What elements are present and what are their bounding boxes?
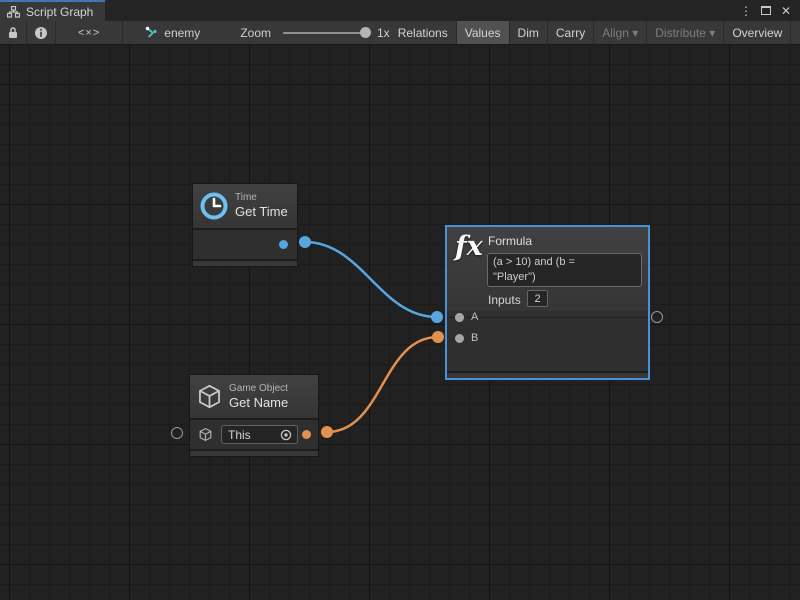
node-get-time-labels: Time Get Time [235, 192, 288, 220]
node-title: Formula [488, 234, 532, 248]
formula-fx-icon: fx [455, 231, 483, 262]
object-picker-icon[interactable] [279, 428, 293, 442]
node-get-time-header: Time Get Time [193, 184, 297, 228]
node-footer [193, 259, 297, 266]
node-formula[interactable]: fx Formula (a > 10) and (b = "Player") I… [447, 227, 648, 378]
zoom-slider[interactable] [283, 32, 369, 34]
zoom-value: 1x [377, 26, 390, 40]
wire-endpoint [431, 311, 443, 323]
inputs-count-field[interactable]: 2 [527, 290, 548, 307]
node-get-name-labels: Game Object Get Name [229, 383, 288, 411]
node-footer [447, 371, 648, 378]
zoom-slider-handle[interactable] [360, 27, 371, 38]
title-bar: Script Graph ⋮ ✕ [0, 0, 800, 21]
dim-button[interactable]: Dim [510, 21, 548, 44]
distribute-button[interactable]: Distribute ▾ [647, 21, 724, 44]
port-row-b: B [447, 332, 648, 353]
gettime-output-port[interactable] [279, 240, 288, 249]
carry-button[interactable]: Carry [548, 21, 594, 44]
info-button[interactable] [27, 21, 56, 44]
formula-input-port-b[interactable] [455, 334, 464, 343]
wire-getname-to-formula-b[interactable] [327, 337, 438, 432]
node-title: Get Name [229, 395, 288, 411]
port-label-a: A [471, 311, 478, 323]
more-menu-icon[interactable]: ⋮ [738, 3, 754, 19]
script-graph-window: Script Graph ⋮ ✕ <×> [0, 0, 800, 600]
target-object-value: This [222, 428, 279, 442]
graph-name: enemy [164, 26, 200, 40]
node-category: Time [235, 192, 288, 204]
tab-title: Script Graph [26, 5, 93, 19]
info-icon [34, 26, 48, 40]
target-object-field[interactable]: This [221, 425, 298, 444]
node-formula-body: A B [447, 311, 648, 367]
port-row-a: A [447, 311, 648, 332]
inputs-label: Inputs [488, 293, 521, 307]
wire-endpoint [299, 236, 311, 248]
chevron-down-icon: ▾ [709, 26, 715, 40]
target-cube-icon [198, 427, 213, 442]
node-category: Game Object [229, 383, 288, 395]
formula-output-unconnected-indicator[interactable] [651, 311, 663, 323]
chevron-down-icon: ▾ [632, 26, 638, 40]
lock-button[interactable] [0, 21, 27, 44]
code-icon: <×> [64, 27, 114, 39]
node-get-time[interactable]: Time Get Time [193, 184, 297, 266]
node-get-name[interactable]: Game Object Get Name This [190, 375, 318, 456]
clock-icon [199, 191, 229, 221]
graph-canvas[interactable]: Time Get Time fx Formula (a > 10) and (b… [0, 45, 800, 600]
relations-button[interactable]: Relations [390, 21, 457, 44]
code-view-button[interactable]: <×> [56, 21, 123, 44]
node-title: Get Time [235, 204, 288, 220]
node-footer [190, 449, 318, 456]
getname-output-port[interactable] [302, 430, 311, 439]
tab-script-graph[interactable]: Script Graph [0, 0, 105, 21]
zoom-label: Zoom [240, 26, 271, 40]
graph-breadcrumb[interactable]: enemy [145, 21, 200, 44]
fullscreen-button[interactable]: Full Screen [791, 21, 800, 44]
getname-input-unconnected-indicator[interactable] [171, 427, 183, 439]
values-button[interactable]: Values [457, 21, 510, 44]
lock-icon [7, 26, 19, 39]
maximize-icon[interactable] [758, 3, 774, 19]
graph-icon [7, 6, 20, 18]
game-object-cube-icon [196, 383, 223, 410]
connection-wires [0, 45, 800, 600]
port-label-b: B [471, 332, 478, 344]
wire-endpoint [321, 426, 333, 438]
align-button[interactable]: Align ▾ [594, 21, 647, 44]
wire-gettime-to-formula-a[interactable] [305, 242, 437, 317]
graph-ref-icon [145, 26, 158, 39]
node-get-name-body: This [190, 420, 318, 449]
overview-button[interactable]: Overview [724, 21, 791, 44]
node-get-time-body [193, 230, 297, 259]
close-icon[interactable]: ✕ [778, 3, 794, 19]
wire-endpoint [432, 331, 444, 343]
zoom-control: Zoom 1x [240, 21, 389, 44]
formula-expression-input[interactable]: (a > 10) and (b = "Player") [487, 253, 642, 287]
window-controls: ⋮ ✕ [738, 0, 800, 21]
graph-toolbar: <×> enemy Zoom 1x Relations Values Dim C… [0, 21, 800, 45]
formula-output-port[interactable] [455, 313, 464, 322]
node-get-name-header: Game Object Get Name [190, 375, 318, 418]
node-formula-header: fx Formula (a > 10) and (b = "Player") I… [447, 227, 648, 311]
